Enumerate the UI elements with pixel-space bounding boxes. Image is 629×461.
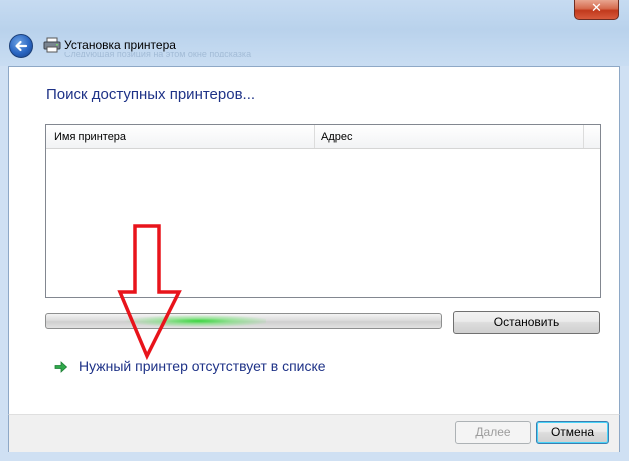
printer-list[interactable]: Имя принтера Адрес (45, 124, 601, 298)
column-divider[interactable] (314, 125, 315, 148)
progress-glow (116, 314, 266, 328)
list-body (46, 149, 600, 297)
back-button[interactable] (9, 34, 33, 58)
printer-install-window: ✕ Установка принтера Следующая позиция н… (0, 0, 629, 461)
column-header-address[interactable]: Адрес (321, 131, 353, 143)
next-button[interactable]: Далее (455, 421, 531, 444)
back-arrow-icon (15, 40, 28, 52)
green-arrow-icon (54, 361, 68, 373)
column-header-printer-name[interactable]: Имя принтера (54, 131, 126, 143)
page-heading: Поиск доступных принтеров... (46, 86, 256, 103)
title-ghost-text: Следующая позиция на этом окне подсказка (64, 52, 252, 57)
close-button[interactable]: ✕ (574, 0, 619, 20)
column-divider[interactable] (583, 125, 584, 148)
missing-printer-link-text[interactable]: Нужный принтер отсутствует в списке (79, 358, 326, 374)
stop-button[interactable]: Остановить (453, 311, 600, 334)
window-title: Установка принтера (64, 38, 176, 52)
search-progress-bar (45, 313, 442, 329)
cancel-button[interactable]: Отмена (536, 421, 609, 444)
list-header: Имя принтера Адрес (46, 125, 600, 149)
printer-icon (43, 37, 61, 53)
close-icon: ✕ (591, 1, 602, 16)
